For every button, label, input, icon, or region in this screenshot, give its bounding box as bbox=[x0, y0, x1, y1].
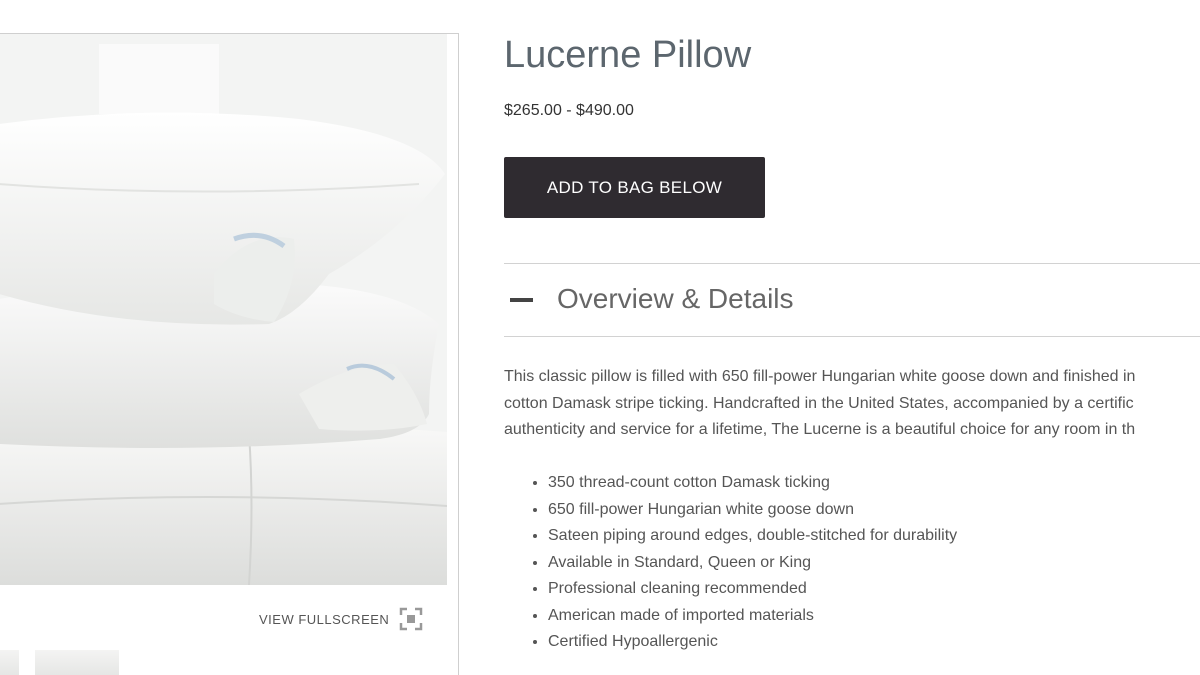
product-title: Lucerne Pillow bbox=[504, 34, 752, 76]
product-page: VIEW FULLSCREEN Lucerne Pillow $265.00 -… bbox=[0, 0, 1200, 675]
expand-icon bbox=[400, 607, 423, 631]
feature-item: 650 fill-power Hungarian white goose dow… bbox=[548, 497, 957, 524]
feature-list: 350 thread-count cotton Damask ticking 6… bbox=[504, 470, 957, 656]
gallery-thumbnail[interactable] bbox=[0, 650, 19, 675]
accordion-title: Overview & Details bbox=[557, 283, 794, 314]
feature-item: Professional cleaning recommended bbox=[548, 576, 957, 603]
view-fullscreen-label: VIEW FULLSCREEN bbox=[259, 611, 390, 627]
feature-item: Certified Hypoallergenic bbox=[548, 629, 957, 656]
feature-item: Sateen piping around edges, double-stitc… bbox=[548, 523, 957, 550]
feature-item: American made of imported materials bbox=[548, 603, 957, 630]
description-line: authenticity and service for a lifetime,… bbox=[504, 421, 1136, 438]
description-line: This classic pillow is filled with 650 f… bbox=[504, 368, 1136, 385]
feature-item: 350 thread-count cotton Damask ticking bbox=[548, 470, 957, 497]
product-gallery: VIEW FULLSCREEN bbox=[0, 33, 459, 675]
product-price: $265.00 - $490.00 bbox=[504, 102, 634, 119]
product-main-image[interactable] bbox=[0, 34, 447, 585]
add-to-bag-button[interactable]: ADD TO BAG BELOW bbox=[504, 157, 765, 218]
minus-icon bbox=[510, 298, 533, 302]
product-description: This classic pillow is filled with 650 f… bbox=[504, 364, 1200, 444]
feature-item: Available in Standard, Queen or King bbox=[548, 550, 957, 577]
gallery-thumbnail[interactable] bbox=[35, 650, 119, 675]
view-fullscreen-button[interactable]: VIEW FULLSCREEN bbox=[259, 607, 423, 631]
pillow-stack-photo bbox=[0, 34, 447, 585]
description-line: cotton Damask stripe ticking. Handcrafte… bbox=[504, 394, 1134, 412]
overview-details-accordion[interactable]: Overview & Details bbox=[504, 263, 1200, 337]
